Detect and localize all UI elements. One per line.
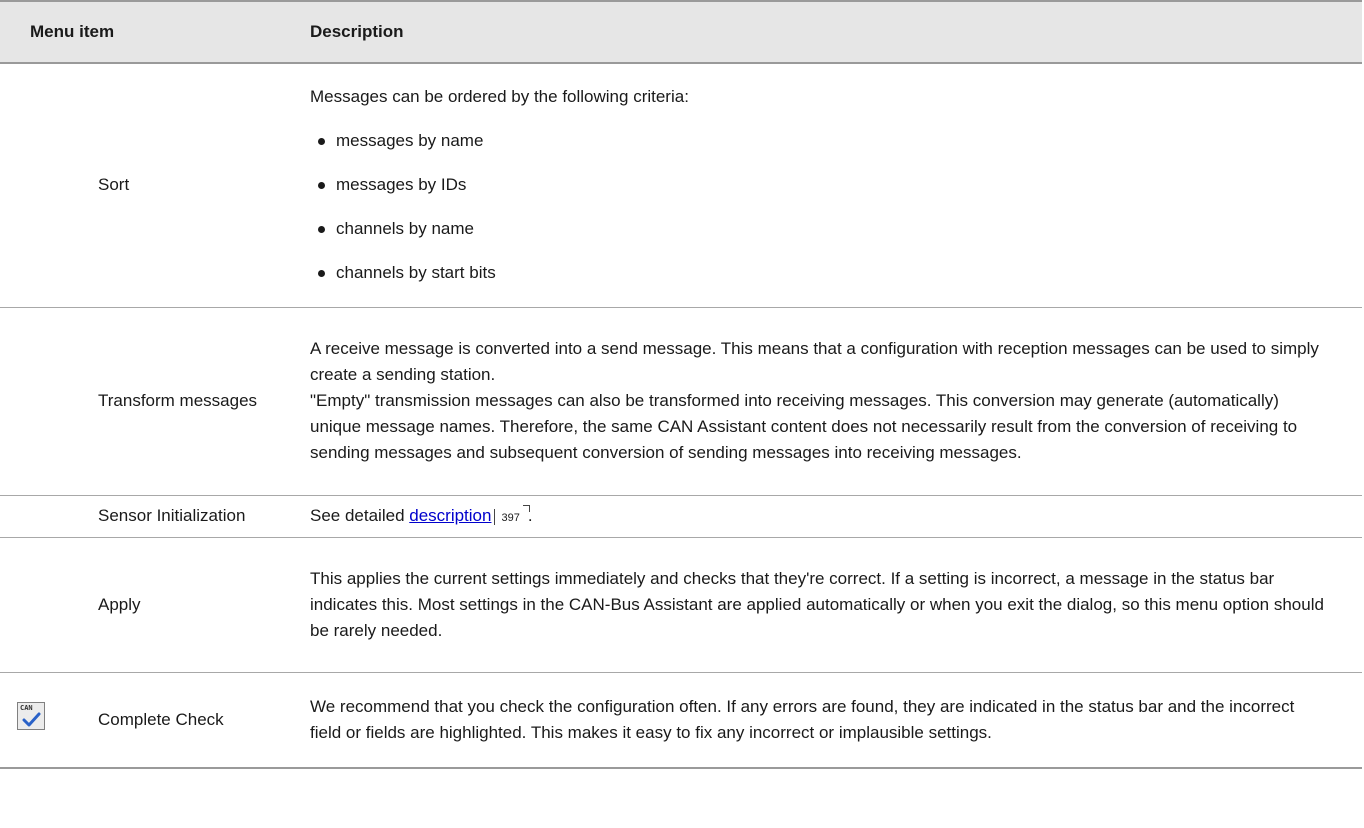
list-item: messages by name <box>310 128 1326 154</box>
table-row-apply: Apply This applies the current settings … <box>0 537 1362 672</box>
icon-cell <box>0 495 85 537</box>
description-sort: Messages can be ordered by the following… <box>310 63 1362 307</box>
transform-desc-2: "Empty" transmission messages can also b… <box>310 391 1298 462</box>
table-row-sensor-init: Sensor Initialization See detailed descr… <box>0 495 1362 537</box>
header-description: Description <box>310 0 1362 64</box>
icon-cell <box>0 307 85 495</box>
icon-cell: CAN <box>0 672 85 768</box>
list-item: channels by name <box>310 216 1326 242</box>
apply-desc: This applies the current settings immedi… <box>310 568 1324 640</box>
can-icon-label: CAN <box>20 703 33 712</box>
menu-item-complete-check: Complete Check <box>98 709 224 729</box>
description-apply: This applies the current settings immedi… <box>310 537 1362 672</box>
menu-items-table: Menu item Description Sort Messages can … <box>0 0 1362 769</box>
menu-item-transform-messages: Transform messages <box>98 391 258 410</box>
sort-criteria-list: messages by name messages by IDs channel… <box>310 128 1326 286</box>
description-sensor-init: See detailed description 397. <box>310 495 1362 537</box>
table-header-row: Menu item Description <box>0 0 1362 64</box>
description-transform: A receive message is converted into a se… <box>310 307 1362 495</box>
checkmark-icon <box>22 712 41 727</box>
table-row-transform: Transform messages A receive message is … <box>0 307 1362 495</box>
sort-intro: Messages can be ordered by the following… <box>310 87 689 107</box>
page-reference[interactable]: 397 <box>494 504 531 525</box>
menu-item-sensor-initialization: Sensor Initialization <box>98 506 246 525</box>
description-complete-check: We recommend that you check the configur… <box>310 672 1362 768</box>
icon-cell <box>0 537 85 672</box>
can-check-icon[interactable]: CAN <box>17 701 45 730</box>
menu-item-apply: Apply <box>98 594 141 614</box>
list-item: channels by start bits <box>310 260 1326 286</box>
complete-check-desc: We recommend that you check the configur… <box>310 696 1295 742</box>
table-row-sort: Sort Messages can be ordered by the foll… <box>0 63 1362 307</box>
table-row-complete-check: CAN Complete Check We recommend that you… <box>0 672 1362 768</box>
header-menu-item: Menu item <box>0 0 310 64</box>
description-link[interactable]: description <box>409 506 491 525</box>
sensor-init-prefix: See detailed <box>310 506 410 525</box>
transform-desc-1: A receive message is converted into a se… <box>310 339 1319 384</box>
menu-item-sort: Sort <box>98 175 130 195</box>
icon-cell <box>0 63 85 307</box>
list-item: messages by IDs <box>310 172 1326 198</box>
